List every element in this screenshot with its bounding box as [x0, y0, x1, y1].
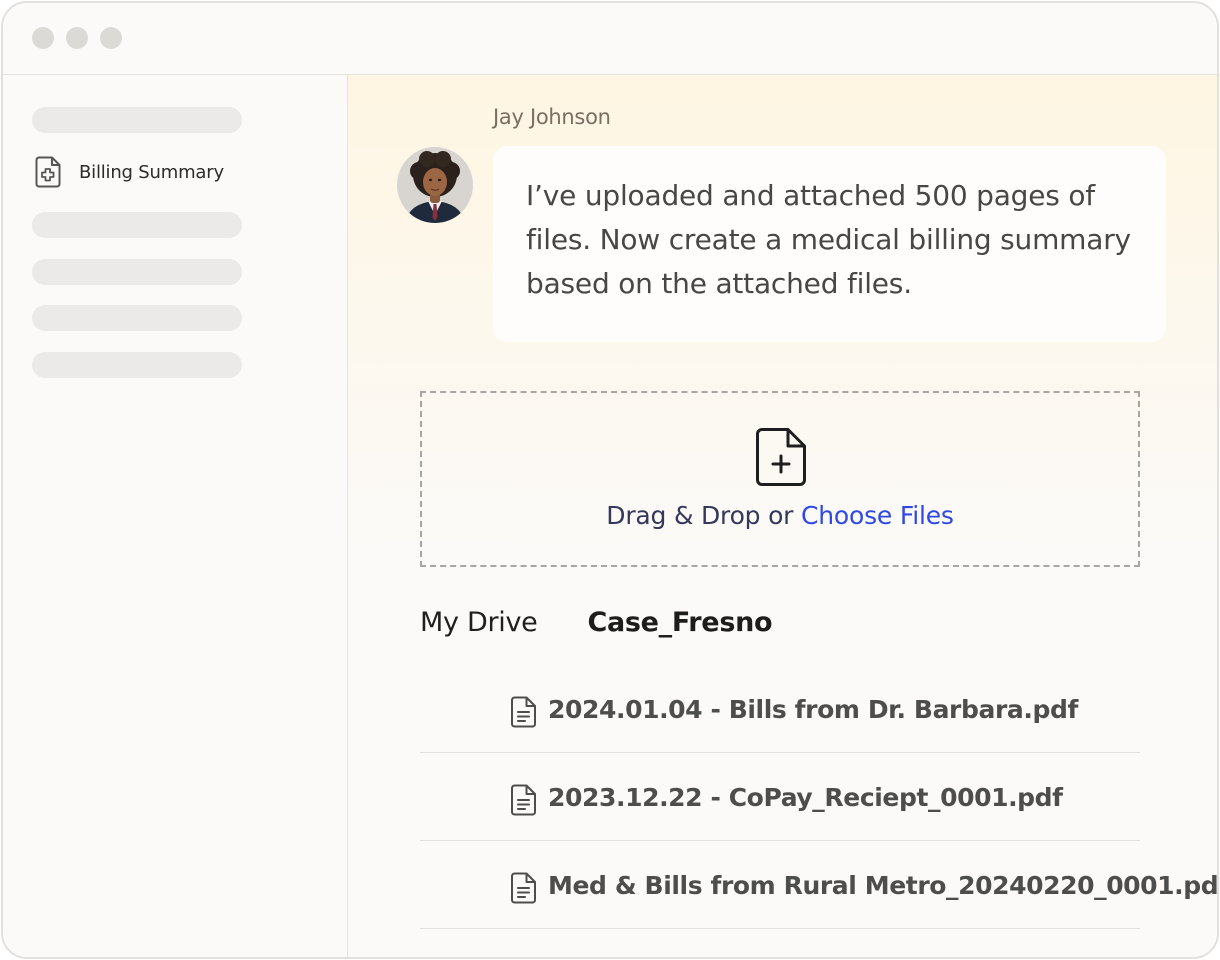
dropzone-label: Drag & Drop or Choose Files	[422, 501, 1138, 530]
file-row[interactable]: 2024.01.04 - Bills from Dr. Barbara.pdf	[420, 665, 1140, 753]
window-control-close[interactable]	[32, 27, 54, 49]
sidebar-item-label: Billing Summary	[79, 161, 224, 183]
file-plus-icon	[756, 428, 806, 486]
file-name: 2024.01.04 - Bills from Dr. Barbara.pdf	[548, 695, 1078, 724]
file-row[interactable]: 2023.12.22 - CoPay_Reciept_0001.pdf	[420, 753, 1140, 841]
message-bubble: I’ve uploaded and attached 500 pages of …	[493, 146, 1166, 342]
sidebar-placeholder	[32, 259, 242, 285]
sidebar-placeholder	[32, 107, 242, 133]
sidebar: Billing Summary	[3, 75, 348, 957]
window-control-maximize[interactable]	[100, 27, 122, 49]
breadcrumb-current-folder[interactable]: Case_Fresno	[587, 607, 772, 638]
sidebar-placeholder	[32, 352, 242, 378]
file-medical-icon	[35, 156, 61, 188]
breadcrumb-root[interactable]: My Drive	[420, 607, 538, 638]
dropzone-prompt: Drag & Drop or	[606, 501, 794, 530]
avatar	[397, 147, 473, 223]
document-icon	[511, 784, 536, 816]
chat-panel: Jay Johnson I’ve uploaded and attached 5…	[348, 75, 1217, 957]
file-name: Med & Bills from Rural Metro_20240220_00…	[548, 871, 1219, 900]
sidebar-item-billing-summary[interactable]: Billing Summary	[35, 155, 224, 189]
message-text: I’ve uploaded and attached 500 pages of …	[526, 179, 1131, 300]
file-name: 2023.12.22 - CoPay_Reciept_0001.pdf	[548, 783, 1063, 812]
user-avatar-image	[397, 147, 473, 223]
app-window: Billing Summary Jay Johnson I’ve uploade…	[1, 1, 1219, 959]
sidebar-placeholder	[32, 305, 242, 331]
file-dropzone[interactable]: Drag & Drop or Choose Files	[420, 391, 1140, 567]
window-control-minimize[interactable]	[66, 27, 88, 49]
document-icon	[511, 696, 536, 728]
file-row[interactable]: Med & Bills from Rural Metro_20240220_00…	[420, 841, 1217, 929]
breadcrumb: My Drive Case_Fresno	[420, 607, 773, 641]
sidebar-placeholder	[32, 212, 242, 238]
file-list: 2024.01.04 - Bills from Dr. Barbara.pdf …	[420, 665, 1217, 929]
choose-files-link[interactable]: Choose Files	[801, 501, 954, 530]
message-author: Jay Johnson	[493, 105, 611, 129]
document-icon	[511, 872, 536, 904]
title-bar	[3, 3, 1217, 75]
